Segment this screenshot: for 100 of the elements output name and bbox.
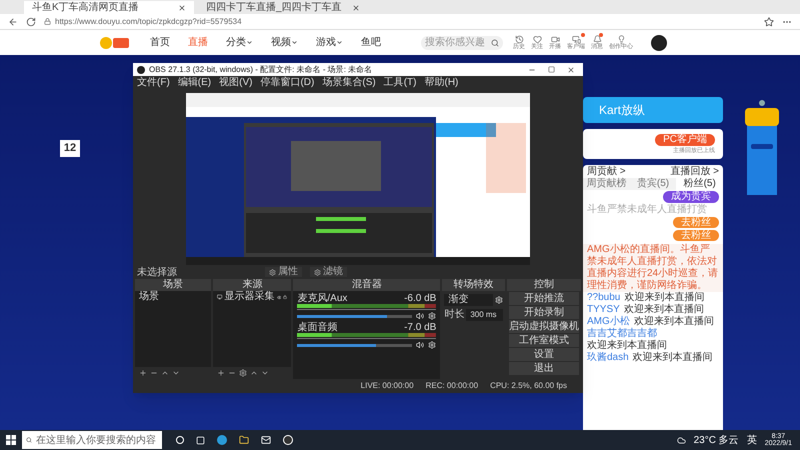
control-button[interactable]: 退出 (509, 362, 579, 375)
lock-icon (44, 18, 51, 25)
menu-item[interactable]: 停靠窗口(D) (260, 78, 314, 88)
live-status: LIVE: 00:00:00 (360, 380, 414, 392)
visibility-icon[interactable] (276, 294, 282, 300)
avatar[interactable] (651, 34, 667, 50)
chat-username[interactable]: AMG小松 (587, 316, 630, 328)
transition-select[interactable]: 渐变 (444, 294, 493, 306)
nav-link[interactable]: 游戏 (316, 35, 343, 50)
source-toolbar-button[interactable]: 滤镜 (310, 267, 347, 277)
control-button[interactable]: 工作室模式 (509, 334, 579, 347)
control-button[interactable]: 开始推流 (509, 292, 579, 305)
control-button[interactable]: 开始录制 (509, 306, 579, 319)
chat-message: 欢迎来到本直播间 (624, 304, 704, 316)
channel-name: 麦克风/Aux (297, 293, 348, 304)
performance-status: CPU: 2.5%, 60.00 fps (490, 380, 567, 392)
search-icon[interactable] (491, 38, 499, 46)
app-icon[interactable] (283, 435, 293, 445)
duration-label: 时长 (444, 310, 464, 320)
control-button[interactable]: 启动虚拟摄像机 (509, 320, 579, 333)
follow-count: 12 (60, 140, 80, 156)
speaker-icon[interactable] (416, 341, 424, 349)
heart-icon (532, 35, 542, 44)
dock-title: 控制 (507, 279, 581, 291)
panel-link[interactable]: 周贡献 > (587, 166, 626, 178)
move-down-icon[interactable] (172, 369, 180, 377)
browser-tab[interactable]: 斗鱼K丁车高清网页直播 (24, 1, 194, 14)
search-icon (26, 436, 32, 444)
channel-reading: -7.0 dB (404, 322, 436, 333)
search-field[interactable]: 搜索你感兴趣 (421, 36, 503, 50)
menu-item[interactable]: 工具(T) (384, 78, 416, 88)
channel-name: 桌面音频 (297, 322, 338, 333)
chat-message: 欢迎来到本直播间 (632, 352, 713, 364)
chat-tab[interactable]: 贵宾(5) (630, 178, 676, 190)
volume-slider[interactable] (297, 344, 412, 346)
chat-username[interactable]: 玖酱dash (587, 352, 629, 364)
menu-item[interactable]: 视图(V) (219, 78, 252, 88)
taskbar-search-field[interactable]: 在这里输入你要搜索的内容 (22, 431, 162, 449)
dock-title: 场景 (135, 279, 212, 291)
chat-tab[interactable]: 粉丝(5) (676, 178, 723, 190)
menu-item[interactable]: 编辑(E) (178, 78, 212, 88)
channel-reading: -6.0 dB (404, 293, 436, 304)
menu-item[interactable]: 帮助(H) (424, 78, 458, 88)
input-language[interactable]: 英 (746, 432, 757, 448)
duration-field[interactable]: 300 ms (466, 309, 503, 321)
start-icon[interactable] (6, 435, 16, 445)
window-title: OBS 27.1.3 (32-bit, windows) - 配置文件: 未命名 - 场景: 未命名 (149, 64, 374, 76)
settings-icon[interactable] (239, 369, 248, 377)
chat-username[interactable]: ??bubu (587, 292, 620, 304)
mail-icon[interactable] (261, 435, 271, 445)
volume-slider[interactable] (297, 314, 412, 318)
favorite-icon[interactable] (764, 16, 774, 26)
task-view-icon[interactable] (176, 436, 184, 444)
recording-status: REC: 00:00:00 (426, 380, 478, 392)
nav-link[interactable]: 视频 (271, 35, 298, 50)
source-item[interactable]: 显示器采集 (224, 291, 275, 303)
folder-icon[interactable] (239, 435, 249, 445)
move-up-icon[interactable] (161, 369, 169, 377)
chat-username[interactable]: 吉吉艾都吉吉都 (587, 328, 657, 340)
dock-title: 来源 (213, 279, 292, 291)
menu-item[interactable]: 文件(F) (137, 78, 170, 88)
site-logo-icon[interactable] (100, 36, 130, 50)
close-icon[interactable] (178, 4, 186, 12)
app-logo-icon (137, 66, 145, 74)
nav-link[interactable]: 首页 (150, 35, 170, 50)
weather-text[interactable]: 23°C 多云 (694, 432, 739, 448)
control-button[interactable]: 设置 (509, 348, 579, 361)
scene-item[interactable]: 场景 (135, 291, 212, 303)
panel-link[interactable]: 直播回放 > (670, 166, 719, 178)
become-vip-button[interactable]: 成为贵宾 (663, 191, 719, 203)
dock-title: 混音器 (293, 279, 440, 291)
video-camera-icon (550, 35, 560, 44)
add-icon[interactable] (139, 369, 147, 377)
reload-icon[interactable] (26, 16, 36, 26)
lock-icon[interactable] (283, 294, 288, 300)
gear-icon (314, 268, 321, 276)
back-icon[interactable] (8, 16, 18, 26)
close-icon[interactable] (352, 4, 360, 12)
dock-title: 转场特效 (442, 279, 505, 291)
chat-username[interactable]: TYYSY (587, 304, 620, 316)
nav-link[interactable]: 直播 (188, 35, 208, 50)
close-icon[interactable] (567, 66, 575, 74)
maximize-icon[interactable] (548, 66, 555, 73)
system-message: AMG小松的直播间。斗鱼严禁未成年人直播打赏，依法对直播内容进行24小时巡查，请理性消费，谨防网络诈骗。 (583, 244, 723, 292)
weather-icon (676, 436, 686, 444)
menu-item[interactable]: 场景集合(S) (322, 78, 376, 88)
monitor-icon (572, 35, 580, 44)
notice-text: 斗鱼严禁未成年人直播打赏 (586, 204, 708, 216)
source-toolbar-button[interactable]: 属性 (265, 267, 302, 277)
selected-source-label: 未选择源 (137, 266, 178, 278)
move-up-icon[interactable] (250, 369, 258, 377)
chat-message: 欢迎来到本直播间 (587, 340, 667, 352)
monitor-icon (217, 293, 223, 301)
move-down-icon[interactable] (261, 369, 270, 377)
chat-tab[interactable]: 周贡献榜 (583, 178, 630, 190)
promo-banner-drawing[interactable] (744, 100, 778, 195)
speaker-icon[interactable] (416, 312, 424, 320)
nav-link[interactable]: 分类 (226, 35, 253, 50)
nav-link[interactable]: 鱼吧 (361, 35, 381, 50)
add-icon[interactable] (217, 369, 226, 377)
